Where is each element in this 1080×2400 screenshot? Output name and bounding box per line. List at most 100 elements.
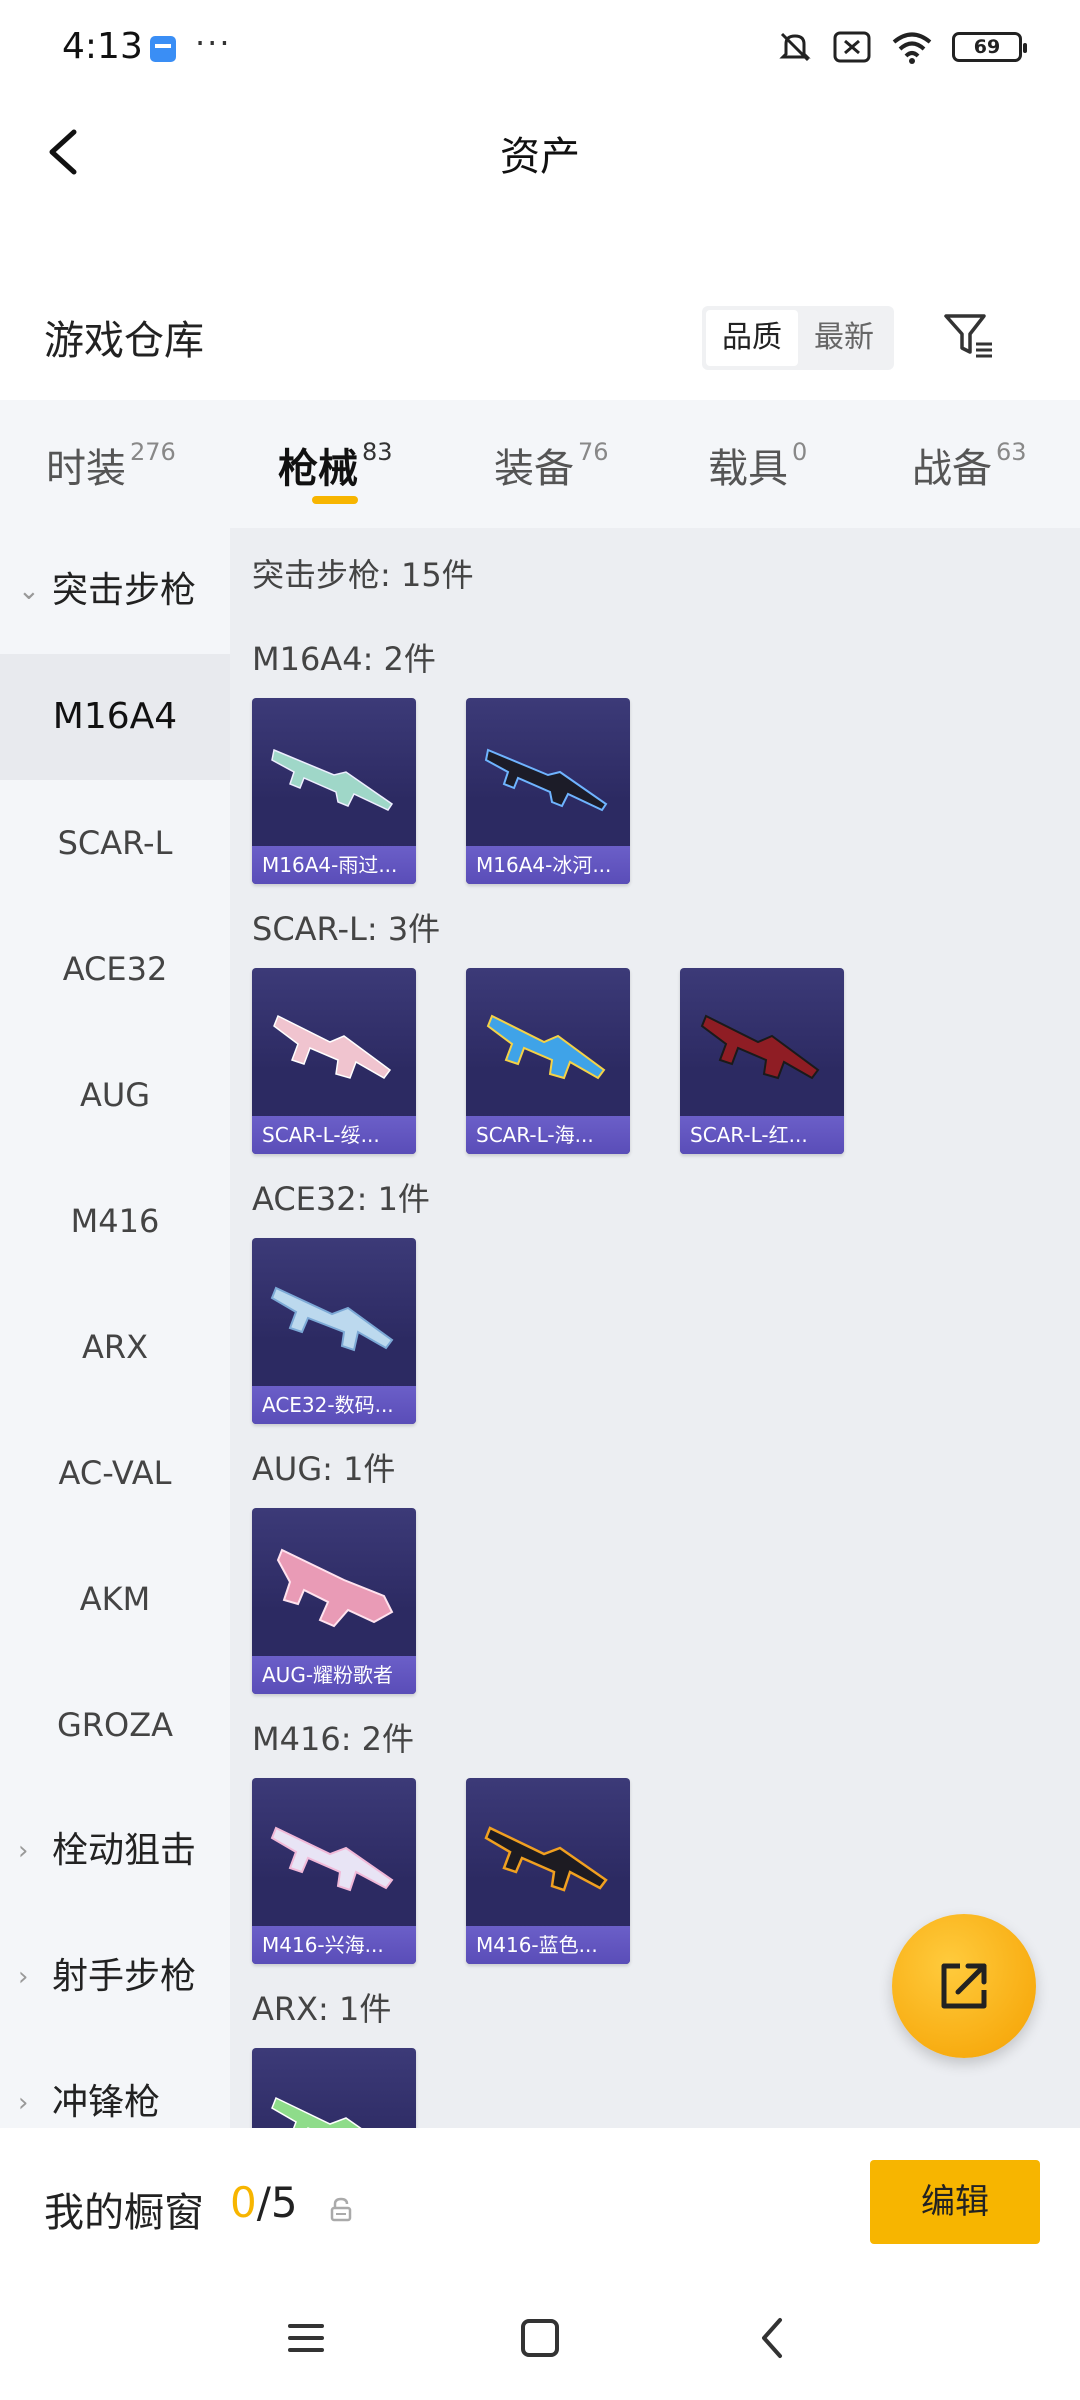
weapon-card-label: M416-蓝色...	[466, 1926, 630, 1964]
battery-indicator: 69	[952, 32, 1027, 62]
weapon-card[interactable]: M16A4-雨过...	[252, 698, 416, 884]
tab-supplies[interactable]: 战备 63	[912, 436, 1027, 494]
sort-toggle[interactable]: 品质 最新	[702, 306, 894, 370]
sidebar-group-label: 冲锋枪	[52, 2082, 161, 2123]
sort-option-quality[interactable]: 品质	[706, 310, 798, 366]
sidebar-item-groza[interactable]: GROZA	[0, 1662, 230, 1788]
message-app-icon	[150, 36, 176, 62]
weapon-list: 突击步枪: 15件 M16A4: 2件 M16A4-雨过... M16A4-冰河…	[230, 528, 1080, 2128]
weapon-type-sidebar: ⌄ 突击步枪 M16A4 SCAR-L ACE32 AUG M416 ARX A…	[0, 528, 230, 2128]
weapon-card[interactable]	[252, 2048, 416, 2128]
sidebar-group-marksman[interactable]: › 射手步枪	[0, 1914, 230, 2040]
share-icon	[941, 1963, 987, 2009]
group-header: ACE32: 1件	[252, 1180, 430, 1218]
weapon-card[interactable]: SCAR-L-绥...	[252, 968, 416, 1154]
warehouse-title: 游戏仓库	[44, 318, 204, 364]
sidebar-item-ac-val[interactable]: AC-VAL	[0, 1410, 230, 1536]
weapon-card[interactable]: AUG-耀粉歌者	[252, 1508, 416, 1694]
sidebar-item-ace32[interactable]: ACE32	[0, 906, 230, 1032]
weapon-card[interactable]: SCAR-L-红...	[680, 968, 844, 1154]
chevron-right-icon: ›	[18, 1962, 29, 1992]
tab-label: 载具	[708, 446, 788, 492]
showcase-count: 0/5	[230, 2178, 298, 2227]
weapon-card-label: ACE32-数码...	[252, 1386, 416, 1424]
sidebar-item-aug[interactable]: AUG	[0, 1032, 230, 1158]
wifi-icon	[892, 32, 932, 64]
tab-label: 枪械	[278, 446, 358, 492]
lock-icon	[330, 2197, 352, 2222]
weapon-card[interactable]: M416-兴海...	[252, 1778, 416, 1964]
showcase-bar: 我的橱窗 0/5 编辑	[0, 2128, 1080, 2278]
weapon-card-label: M16A4-雨过...	[252, 846, 416, 884]
weapon-card-label: M16A4-冰河...	[466, 846, 630, 884]
weapon-card[interactable]: M16A4-冰河...	[466, 698, 630, 884]
tab-equipment[interactable]: 装备 76	[494, 436, 609, 494]
more-notifications-icon: ···	[195, 24, 232, 62]
showcase-max: /5	[256, 2178, 298, 2227]
tab-count: 0	[792, 438, 808, 466]
weapon-card-label: AUG-耀粉歌者	[252, 1656, 416, 1694]
group-header: ARX: 1件	[252, 1990, 392, 2028]
tab-vehicles[interactable]: 载具 0	[708, 436, 807, 494]
sidebar-item-m16a4[interactable]: M16A4	[0, 654, 230, 780]
filter-icon[interactable]	[940, 308, 996, 364]
chevron-right-icon: ›	[18, 1836, 29, 1866]
rifle-skin-image	[484, 748, 608, 812]
tab-label: 装备	[494, 446, 574, 492]
weapon-card-label: SCAR-L-红...	[680, 1116, 844, 1154]
sidebar-item-arx[interactable]: ARX	[0, 1284, 230, 1410]
weapon-card-label: SCAR-L-海...	[466, 1116, 630, 1154]
tab-count: 83	[362, 438, 393, 466]
tab-count: 76	[578, 438, 609, 466]
showcase-label: 我的橱窗	[44, 2190, 204, 2236]
rifle-skin-image	[270, 1286, 394, 1352]
active-tab-indicator	[312, 496, 358, 504]
group-header: M416: 2件	[252, 1720, 415, 1758]
weapon-card[interactable]: M416-蓝色...	[466, 1778, 630, 1964]
rifle-skin-image	[486, 1014, 606, 1080]
edit-button[interactable]: 编辑	[870, 2160, 1040, 2244]
rifle-skin-image	[273, 1014, 392, 1079]
chevron-right-icon: ›	[18, 2088, 29, 2118]
home-icon[interactable]	[510, 2308, 570, 2368]
back-nav-icon[interactable]	[744, 2308, 804, 2368]
rifle-skin-image	[270, 1826, 394, 1892]
category-tabs: 时装 276 枪械 83 装备 76 载具 0 战备 63	[0, 400, 1080, 528]
sidebar-group-label: 突击步枪	[52, 570, 197, 611]
rifle-skin-image	[484, 1826, 608, 1892]
group-header: SCAR-L: 3件	[252, 910, 441, 948]
sidebar-item-scar-l[interactable]: SCAR-L	[0, 780, 230, 906]
weapon-card-label: M416-兴海...	[252, 1926, 416, 1964]
menu-icon[interactable]	[276, 2308, 336, 2368]
sidebar-group-label: 射手步枪	[52, 1956, 197, 1997]
chevron-down-icon: ⌄	[18, 576, 40, 606]
sidebar-group-bolt-action[interactable]: › 栓动狙击	[0, 1788, 230, 1914]
tab-fashion[interactable]: 时装 276	[46, 436, 176, 494]
rifle-skin-image	[271, 2096, 362, 2128]
status-time: 4:13	[62, 26, 143, 67]
system-nav-bar	[0, 2278, 1080, 2400]
group-header: M16A4: 2件	[252, 640, 436, 678]
weapon-card[interactable]: ACE32-数码...	[252, 1238, 416, 1424]
sidebar-item-m416[interactable]: M416	[0, 1158, 230, 1284]
sidebar-group-smg[interactable]: › 冲锋枪	[0, 2040, 230, 2128]
weapon-card-label: SCAR-L-绥...	[252, 1116, 416, 1154]
tab-firearms[interactable]: 枪械 83	[278, 436, 393, 494]
tab-label: 战备	[912, 446, 992, 492]
sort-option-newest[interactable]: 最新	[798, 310, 890, 366]
weapon-card[interactable]: SCAR-L-海...	[466, 968, 630, 1154]
sidebar-item-akm[interactable]: AKM	[0, 1536, 230, 1662]
page-title: 资产	[500, 134, 580, 180]
sidebar-group-assault-rifles[interactable]: ⌄ 突击步枪	[0, 528, 230, 654]
rifle-skin-image	[271, 748, 394, 811]
rifle-skin-image	[700, 1014, 820, 1080]
nav-bar: 资产	[0, 100, 1080, 210]
share-button[interactable]	[892, 1914, 1036, 2058]
no-sim-icon	[833, 31, 871, 63]
status-icons: 69	[776, 28, 1027, 66]
mute-icon	[779, 32, 811, 62]
summary-header: 突击步枪: 15件	[252, 556, 474, 594]
group-header: AUG: 1件	[252, 1450, 396, 1488]
rifle-skin-image	[276, 1548, 394, 1628]
showcase-current: 0	[230, 2178, 257, 2227]
